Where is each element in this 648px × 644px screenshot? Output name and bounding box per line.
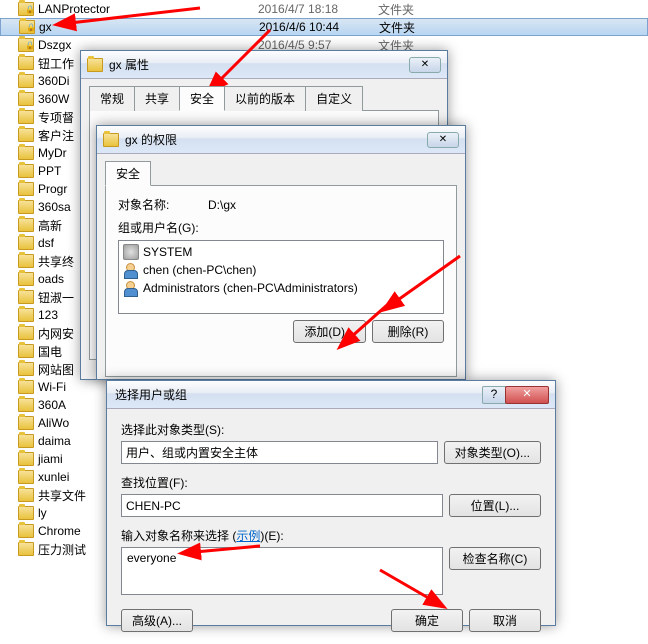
location-label: 查找位置(F): (121, 474, 541, 491)
tab-security[interactable]: 安全 (105, 161, 151, 186)
file-name: gx (39, 20, 259, 34)
folder-icon (18, 74, 34, 88)
file-row[interactable]: gx2016/4/6 10:44文件夹 (0, 18, 648, 36)
select-users-dialog: 选择用户或组 ? ✕ 选择此对象类型(S): 对象类型(O)... 查找位置(F… (106, 380, 556, 626)
folder-icon (18, 380, 34, 394)
folder-icon (18, 200, 34, 214)
users-listbox[interactable]: SYSTEM chen (chen-PC\chen) Administrators … (118, 240, 444, 314)
folder-icon (18, 218, 34, 232)
object-name-label: 对象名称: (118, 196, 208, 213)
folder-icon (18, 110, 34, 124)
cancel-button[interactable]: 取消 (469, 609, 541, 632)
list-item[interactable]: SYSTEM (121, 243, 441, 261)
folder-icon (18, 56, 34, 70)
folder-icon (18, 2, 34, 16)
ok-button[interactable]: 确定 (391, 609, 463, 632)
file-type: 文件夹 (378, 1, 414, 18)
folder-icon (18, 308, 34, 322)
titlebar[interactable]: 选择用户或组 ? ✕ (107, 381, 555, 409)
titlebar[interactable]: gx 的权限 ✕ (97, 126, 465, 154)
folder-icon (18, 398, 34, 412)
tab-share[interactable]: 共享 (134, 86, 180, 111)
folder-icon (87, 58, 103, 72)
user-icon (123, 280, 139, 296)
user-name: chen (chen-PC\chen) (143, 263, 256, 277)
object-types-button[interactable]: 对象类型(O)... (444, 441, 541, 464)
advanced-button[interactable]: 高级(A)... (121, 609, 193, 632)
remove-button[interactable]: 删除(R) (372, 320, 444, 343)
folder-icon (18, 542, 34, 556)
object-names-input[interactable] (121, 547, 443, 595)
folder-icon (18, 452, 34, 466)
folder-icon (18, 38, 34, 52)
file-type: 文件夹 (379, 19, 415, 36)
list-item[interactable]: chen (chen-PC\chen) (121, 261, 441, 279)
object-names-label: 输入对象名称来选择 (示例)(E): (121, 527, 541, 544)
folder-icon (18, 272, 34, 286)
add-button[interactable]: 添加(D)... (293, 320, 366, 343)
dialog-title: 选择用户或组 (115, 386, 482, 403)
group-users-label: 组或用户名(G): (118, 219, 444, 236)
dialog-title: gx 属性 (109, 56, 409, 73)
close-icon[interactable]: ✕ (505, 386, 549, 404)
user-name: SYSTEM (143, 245, 192, 259)
user-name: Administrators (chen-PC\Administrators) (143, 281, 358, 295)
object-type-label: 选择此对象类型(S): (121, 421, 541, 438)
examples-link[interactable]: 示例 (236, 529, 260, 543)
folder-icon (18, 164, 34, 178)
folder-icon (18, 146, 34, 160)
folder-icon (18, 182, 34, 196)
locations-button[interactable]: 位置(L)... (449, 494, 541, 517)
folder-icon (18, 236, 34, 250)
folder-icon (18, 470, 34, 484)
folder-icon (18, 326, 34, 340)
file-date: 2016/4/7 18:18 (258, 2, 378, 16)
file-name: LANProtector (38, 2, 258, 16)
tab-previous-versions[interactable]: 以前的版本 (224, 86, 306, 111)
tabs: 常规 共享 安全 以前的版本 自定义 (81, 79, 447, 110)
folder-icon (18, 344, 34, 358)
object-name-value: D:\gx (208, 198, 236, 212)
folder-icon (18, 488, 34, 502)
folder-icon (103, 133, 119, 147)
tabs: 安全 (97, 154, 465, 185)
close-icon[interactable]: ✕ (427, 132, 459, 148)
location-field (121, 494, 443, 517)
file-date: 2016/4/6 10:44 (259, 20, 379, 34)
help-icon[interactable]: ? (482, 386, 506, 404)
tab-custom[interactable]: 自定义 (305, 86, 363, 111)
tab-general[interactable]: 常规 (89, 86, 135, 111)
file-row[interactable]: LANProtector2016/4/7 18:18文件夹 (0, 0, 648, 18)
folder-icon (18, 416, 34, 430)
list-item[interactable]: Administrators (chen-PC\Administrators) (121, 279, 441, 297)
folder-icon (18, 128, 34, 142)
titlebar[interactable]: gx 属性 ✕ (81, 51, 447, 79)
folder-icon (18, 92, 34, 106)
system-icon (123, 244, 139, 260)
folder-icon (18, 362, 34, 376)
folder-icon (18, 254, 34, 268)
folder-icon (19, 20, 35, 34)
check-names-button[interactable]: 检查名称(C) (449, 547, 541, 570)
folder-icon (18, 524, 34, 538)
permissions-dialog: gx 的权限 ✕ 安全 对象名称: D:\gx 组或用户名(G): SYSTEM… (96, 125, 466, 380)
tab-security[interactable]: 安全 (179, 86, 225, 111)
dialog-title: gx 的权限 (125, 131, 427, 148)
folder-icon (18, 434, 34, 448)
user-icon (123, 262, 139, 278)
close-icon[interactable]: ✕ (409, 57, 441, 73)
folder-icon (18, 290, 34, 304)
object-type-field (121, 441, 438, 464)
tab-panel: 对象名称: D:\gx 组或用户名(G): SYSTEM chen (chen-P… (105, 185, 457, 377)
folder-icon (18, 506, 34, 520)
